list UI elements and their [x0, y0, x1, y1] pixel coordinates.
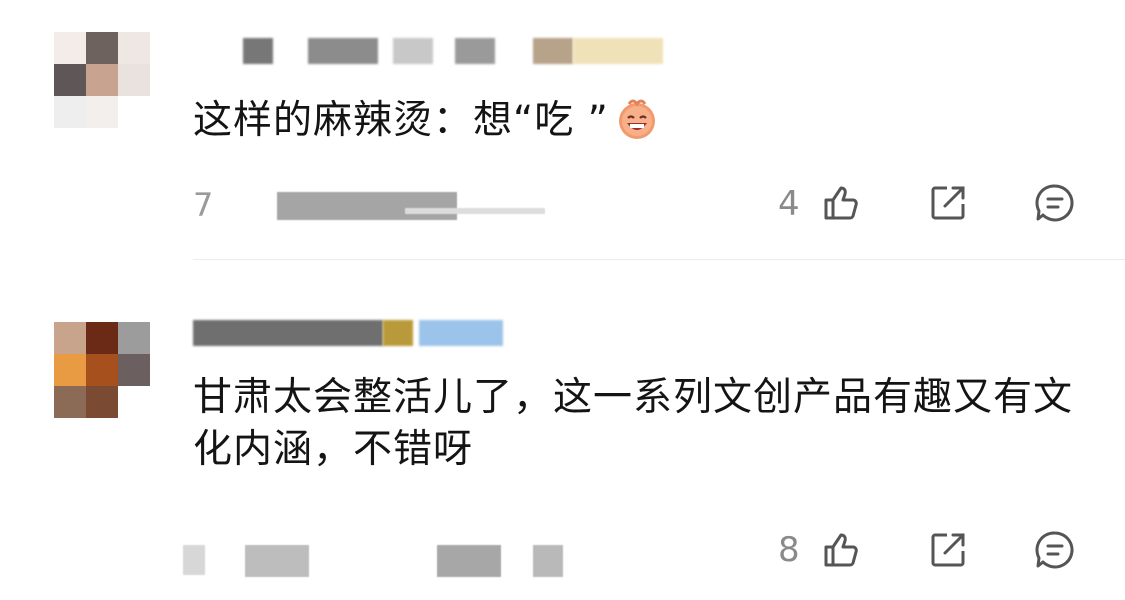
comment-text-content: 甘肃太会整活儿了，这一系列文创产品有趣又有文化内涵，不错呀 — [193, 375, 1074, 472]
share-icon[interactable] — [927, 182, 969, 224]
avatar[interactable] — [54, 32, 150, 128]
username-blurred[interactable] — [193, 320, 513, 346]
thumbs-up-icon[interactable] — [820, 182, 862, 224]
avatar[interactable] — [54, 322, 150, 418]
laughing-face-emoji-icon — [613, 93, 661, 141]
comment-meta: 7 — [193, 186, 613, 224]
comment-meta — [183, 545, 573, 579]
comment-text: 甘肃太会整活儿了，这一系列文创产品有趣又有文化内涵，不错呀 — [193, 372, 1073, 476]
like-count: 4 — [778, 184, 800, 224]
comment-icon[interactable] — [1034, 529, 1076, 571]
username-blurred[interactable] — [193, 38, 673, 64]
comment-text: 这样的麻辣烫：想“吃 ” — [193, 93, 1093, 147]
comment-divider — [193, 259, 1125, 260]
comment-icon[interactable] — [1034, 182, 1076, 224]
like-count: 8 — [778, 530, 800, 570]
share-icon[interactable] — [927, 529, 969, 571]
comment-text-content: 这样的麻辣烫：想“吃 ” — [193, 98, 609, 143]
thumbs-up-icon[interactable] — [820, 529, 862, 571]
meta-fragment: 7 — [193, 186, 214, 224]
